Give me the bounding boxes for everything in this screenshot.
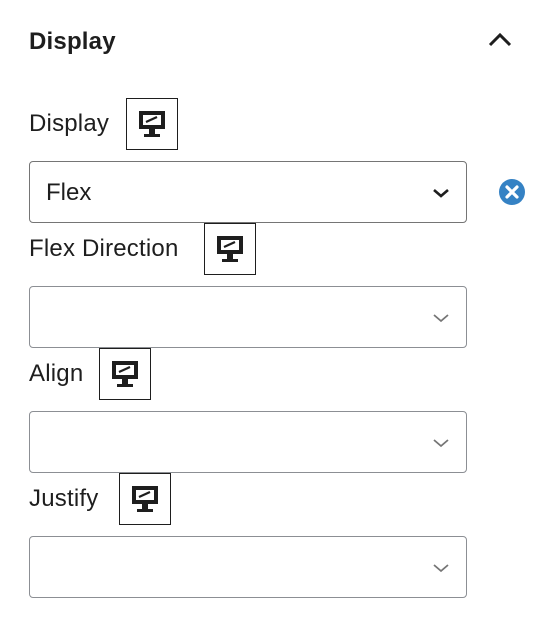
display-label: Display: [29, 110, 110, 137]
flex-direction-label: Flex Direction: [29, 235, 179, 262]
align-device-toggle[interactable]: [99, 348, 151, 400]
display-device-toggle[interactable]: [126, 98, 178, 150]
justify-device-toggle[interactable]: [119, 473, 171, 525]
display-select-value: Flex: [46, 179, 92, 206]
desktop-icon: [217, 236, 243, 262]
flex-direction-select[interactable]: [29, 286, 467, 348]
chevron-down-icon: [433, 314, 449, 323]
display-settings-panel: Display Display Flex Flex Direction Alig…: [0, 0, 556, 626]
panel-title: Display: [29, 28, 116, 55]
chevron-down-icon: [433, 564, 449, 573]
desktop-icon: [139, 111, 165, 137]
justify-select[interactable]: [29, 536, 467, 598]
chevron-up-icon: [488, 32, 512, 47]
chevron-down-icon: [433, 439, 449, 448]
chevron-down-icon: [433, 189, 449, 198]
desktop-icon: [112, 361, 138, 387]
justify-label: Justify: [29, 485, 99, 512]
flex-direction-device-toggle[interactable]: [204, 223, 256, 275]
display-select[interactable]: Flex: [29, 161, 467, 223]
desktop-icon: [132, 486, 158, 512]
align-select[interactable]: [29, 411, 467, 473]
clear-display-icon[interactable]: [498, 178, 526, 206]
panel-header-toggle[interactable]: Display: [0, 0, 556, 88]
align-label: Align: [29, 360, 84, 387]
